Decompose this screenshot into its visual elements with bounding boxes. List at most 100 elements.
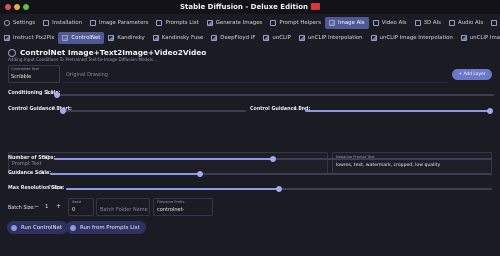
tab-label: Video AIs xyxy=(381,19,407,26)
image-icon xyxy=(298,34,305,41)
seed-input[interactable]: Seed 0 xyxy=(68,198,94,216)
controlnet-task-value: Scribble xyxy=(11,74,32,80)
subtab-unclip-interpolation[interactable]: unCLIP Interpolation xyxy=(295,32,367,44)
image-icon xyxy=(152,34,159,41)
slider-handle[interactable] xyxy=(54,92,60,98)
batch-decrement-button[interactable]: − xyxy=(34,203,39,210)
tab-prompts-list[interactable]: Prompts List xyxy=(152,17,202,29)
subtab-kandinsky[interactable]: Kandinsky xyxy=(104,32,148,44)
negative-prompt-value: lowres, text, watermark, cropped, low qu… xyxy=(336,163,441,168)
conditioning-scale-value: 1.0 xyxy=(46,91,54,96)
image-icon xyxy=(211,34,218,41)
tab-label: Image AIs xyxy=(338,19,365,26)
prompt-textarea[interactable]: Prompt Text xyxy=(8,152,328,174)
play-icon xyxy=(11,224,17,231)
slider-handle[interactable] xyxy=(270,156,276,162)
conditioning-scale-slider[interactable] xyxy=(54,92,494,98)
page-subtitle: Adding Input Conditions To Pretrained Te… xyxy=(8,57,158,62)
tab-settings[interactable]: Settings xyxy=(0,17,39,29)
subtab-kandinsky-fuse[interactable]: Kandinsky Fuse xyxy=(149,32,207,44)
tab-label: Kandinsky Fuse xyxy=(161,34,204,41)
controlnet-task-caption: ControlNet Task xyxy=(11,67,40,71)
negative-prompt-textarea[interactable]: Negative Prompt Text lowres, text, water… xyxy=(332,152,492,174)
slider-handle[interactable] xyxy=(60,108,66,114)
list-icon xyxy=(156,19,163,26)
tab-label: ControlNet xyxy=(71,34,101,41)
seed-value: 0 xyxy=(72,207,76,213)
filename-prefix-caption: Filename Prefix xyxy=(157,200,185,204)
batch-folder-input[interactable]: Batch Folder Name xyxy=(96,198,150,216)
subtab-unclip-image-interpolation[interactable]: unCLIP Image Interpolation xyxy=(367,32,457,44)
image-icon xyxy=(206,19,213,26)
tab-label: Kandinsky xyxy=(117,34,145,41)
batch-size-value[interactable]: 1 xyxy=(45,204,48,210)
tab-generate-images[interactable]: Generate Images xyxy=(203,17,267,29)
subtab-unclip-image-variation[interactable]: unCLIP Image Variation xyxy=(457,32,500,44)
steps-value: 50 xyxy=(43,156,50,161)
info-icon[interactable] xyxy=(8,48,16,57)
gear-icon xyxy=(4,19,10,26)
wand-icon xyxy=(270,19,277,26)
slider-fill xyxy=(66,188,279,190)
guidance-start-slider[interactable] xyxy=(60,108,246,114)
tab-installation[interactable]: Installation xyxy=(39,17,86,29)
tab-label: Prompt Helpers xyxy=(279,19,322,26)
slider-handle[interactable] xyxy=(487,108,493,114)
tab-label: Generate Images xyxy=(215,19,263,26)
subtab-deepfloyd-if[interactable]: DeepFloyd IF xyxy=(207,32,259,44)
tab-image-parameters[interactable]: Image Parameters xyxy=(86,17,152,29)
guidance-end-value: 1.0 xyxy=(294,107,302,112)
sub-tab-bar: Instruct Pix2Pix ControlNet Kandinsky Kandi… xyxy=(0,31,500,44)
batch-size-label: Batch Size: xyxy=(8,206,35,211)
tab-label: unCLIP Interpolation xyxy=(307,34,363,41)
window-titlebar: Stable Diffusion - Deluxe Edition xyxy=(0,0,500,14)
tab-audio-ais[interactable]: Audio AIs xyxy=(445,17,487,29)
tab-label: Installation xyxy=(52,19,82,26)
tab-image-ais[interactable]: Image AIs xyxy=(325,16,369,29)
controlnet-task-select[interactable]: ControlNet Task Scribble xyxy=(8,65,60,83)
audio-icon xyxy=(449,19,455,26)
subtab-instruct-pix2pix[interactable]: Instruct Pix2Pix xyxy=(0,32,58,44)
max-resolution-value: 768px xyxy=(48,186,64,191)
slider-fill xyxy=(305,110,490,112)
page-title: ControlNet Image+Text2Image+Video2Video xyxy=(8,48,206,57)
image-icon xyxy=(460,34,467,41)
controlnet-icon xyxy=(62,34,69,41)
tab-label: unCLIP Image Interpolation xyxy=(379,34,453,41)
tab-label: unCLIP Image Variation xyxy=(469,34,500,41)
subtab-controlnet[interactable]: ControlNet xyxy=(58,31,105,44)
app-badge-icon xyxy=(311,3,321,10)
tab-ai-trainers[interactable]: AI Trainers xyxy=(487,17,500,29)
filename-prefix-input[interactable]: Filename Prefix controlnet- xyxy=(153,198,213,216)
slider-handle[interactable] xyxy=(276,186,282,192)
tab-prompt-helpers[interactable]: Prompt Helpers xyxy=(266,17,325,29)
steps-slider[interactable] xyxy=(54,156,492,162)
batch-folder-placeholder: Batch Folder Name xyxy=(100,207,148,213)
seed-caption: Seed xyxy=(72,200,81,204)
original-drawing-input[interactable]: Original Drawing xyxy=(63,65,448,83)
tab-label: DeepFloyd IF xyxy=(220,34,256,41)
prompt-placeholder: Prompt Text xyxy=(12,161,42,167)
guidance-end-slider[interactable] xyxy=(305,108,493,114)
max-resolution-slider[interactable] xyxy=(66,186,492,192)
image-icon xyxy=(263,34,270,41)
tab-3d-ais[interactable]: 3D AIs xyxy=(411,17,445,29)
guidance-scale-slider[interactable] xyxy=(50,171,492,177)
image-icon xyxy=(108,34,115,41)
slider-handle[interactable] xyxy=(197,171,204,177)
run-from-prompts-list-button[interactable]: Run from Prompts List xyxy=(66,221,146,234)
image-icon xyxy=(370,34,377,41)
tab-label: Audio AIs xyxy=(458,19,484,26)
subtab-unclip[interactable]: unCLIP xyxy=(259,32,294,44)
batch-increment-button[interactable]: + xyxy=(56,203,61,210)
tab-video-ais[interactable]: Video AIs xyxy=(369,17,411,29)
add-layer-button[interactable]: + Add Layer xyxy=(452,69,492,80)
run-controlnet-button[interactable]: Run ControlNet xyxy=(7,221,68,234)
window-title: Stable Diffusion - Deluxe Edition xyxy=(0,3,500,11)
main-tab-bar: Settings Installation Image Parameters Prom… xyxy=(0,16,500,29)
tab-label: 3D AIs xyxy=(423,19,441,26)
filename-prefix-value: controlnet- xyxy=(157,207,185,213)
guidance-scale-value: 9 xyxy=(40,171,44,176)
guidance-scale-label: Guidance Scale: xyxy=(8,171,52,176)
video-icon xyxy=(372,19,379,26)
